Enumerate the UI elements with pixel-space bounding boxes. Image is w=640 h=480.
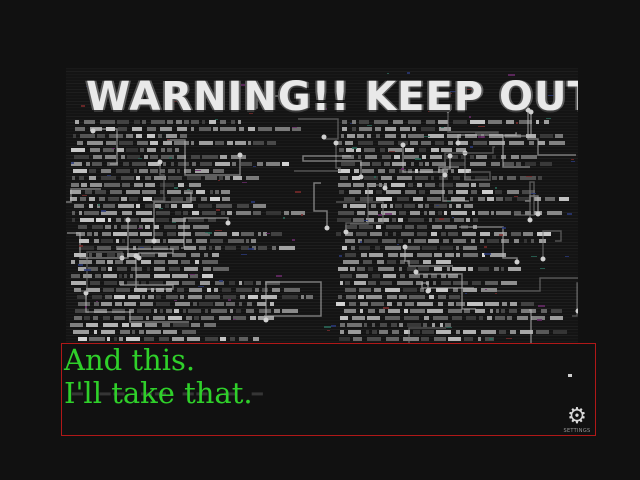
warning-sign-title: WARNING!! KEEP OUT bbox=[86, 74, 578, 120]
dialog-line-1: And this. bbox=[64, 343, 196, 377]
game-screen: WARNING!! KEEP OUT ━ ━━ ━━ ━━ ━ ━ And th… bbox=[0, 0, 640, 480]
advance-indicator bbox=[568, 374, 572, 377]
settings-caption: SETTINGS bbox=[563, 428, 591, 434]
gear-icon: ⚙ bbox=[567, 404, 587, 429]
warning-sign-image: WARNING!! KEEP OUT bbox=[66, 68, 578, 344]
settings-button[interactable]: ⚙ SETTINGS bbox=[558, 406, 596, 438]
dialog-line-2: I'll take that. bbox=[64, 376, 253, 410]
dialog-box[interactable]: ━ ━━ ━━ ━━ ━ ━ And this. I'll take that. bbox=[61, 343, 596, 436]
